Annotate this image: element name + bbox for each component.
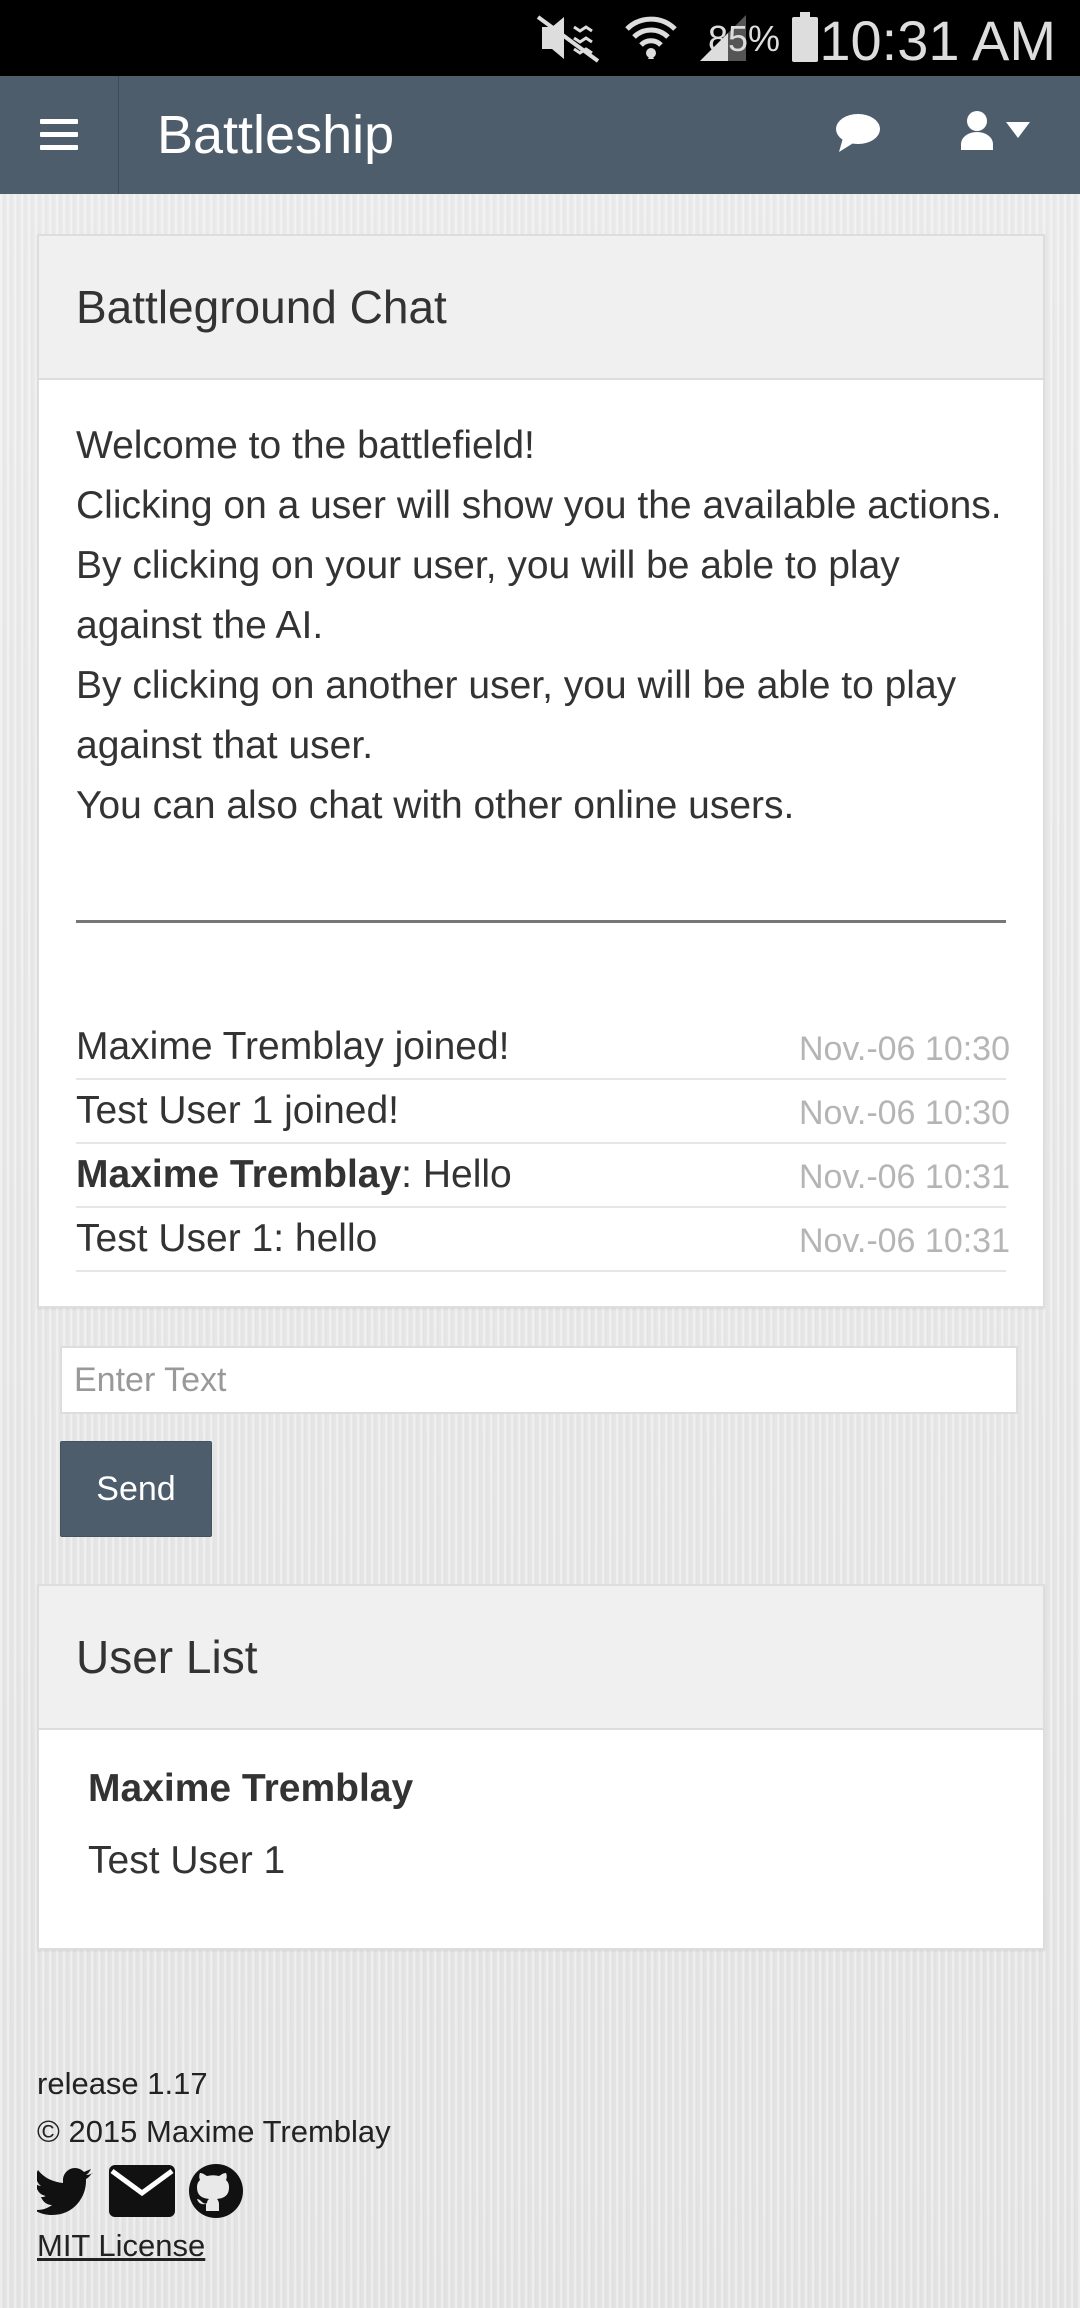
wifi-icon	[625, 16, 677, 59]
message-text: Test User 1: hello	[76, 1217, 378, 1260]
caret-down-icon	[1006, 122, 1030, 138]
chat-message: Maxime Tremblay joined! Nov.-06 10:30	[76, 1016, 1010, 1080]
chat-panel: Battleground Chat Welcome to the battlef…	[37, 234, 1045, 1308]
message-timestamp: Nov.-06 10:30	[798, 1030, 1010, 1068]
intro-line: You can also chat with other online user…	[76, 784, 795, 827]
message-timestamp: Nov.-06 10:30	[798, 1094, 1010, 1132]
menu-toggle-button[interactable]	[0, 76, 119, 194]
twitter-icon[interactable]	[37, 2167, 95, 2215]
status-bar: 85% 10:31 AM	[0, 0, 1080, 76]
user-list-heading: User List	[39, 1586, 1043, 1730]
user-list-item[interactable]: Maxime Tremblay	[88, 1766, 413, 1838]
welcome-message: Welcome to the battlefield! Clicking on …	[76, 416, 1016, 836]
chat-button[interactable]	[835, 112, 881, 159]
chat-panel-heading: Battleground Chat	[39, 236, 1043, 380]
message-text: : Hello	[401, 1153, 512, 1196]
intro-line: By clicking on your user, you will be ab…	[76, 544, 900, 647]
message-timestamp: Nov.-06 10:31	[798, 1158, 1010, 1196]
footer: release 1.17 © 2015 Maxime Tremblay MIT …	[37, 2060, 391, 2270]
chat-message: Test User 1 joined! Nov.-06 10:30	[76, 1080, 1010, 1144]
email-icon[interactable]	[109, 2165, 175, 2217]
battery-percent: 85%	[707, 18, 780, 59]
chat-text-input[interactable]	[60, 1346, 1018, 1414]
user-menu-button[interactable]	[960, 110, 1030, 150]
user-list-item[interactable]: Test User 1	[88, 1838, 413, 1910]
message-author: Maxime Tremblay	[76, 1153, 402, 1196]
message-list: Maxime Tremblay joined! Nov.-06 10:30 Te…	[76, 1016, 1010, 1272]
chat-message: Test User 1: hello Nov.-06 10:31	[76, 1208, 1010, 1272]
chat-message: Maxime Tremblay: Hello Nov.-06 10:31	[76, 1144, 1010, 1208]
mute-icon	[536, 15, 600, 63]
hamburger-menu-icon	[40, 119, 78, 150]
user-icon	[961, 111, 993, 150]
social-links	[37, 2164, 391, 2218]
release-version: release 1.17	[37, 2066, 208, 2101]
divider	[76, 920, 1006, 923]
chat-bubble-icon	[836, 114, 880, 152]
github-icon[interactable]	[189, 2164, 243, 2218]
navbar: Battleship	[0, 76, 1080, 194]
message-timestamp: Nov.-06 10:31	[798, 1222, 1010, 1260]
copyright: © 2015 Maxime Tremblay	[37, 2114, 391, 2149]
message-text: Test User 1 joined!	[76, 1089, 399, 1132]
send-button[interactable]: Send	[60, 1441, 212, 1537]
user-list-panel: User List Maxime Tremblay Test User 1	[37, 1584, 1045, 1950]
message-text: Maxime Tremblay joined!	[76, 1025, 510, 1068]
intro-line: By clicking on another user, you will be…	[76, 664, 957, 767]
battery-icon	[792, 12, 818, 62]
clock: 10:31 AM	[819, 9, 1056, 72]
app-title[interactable]: Battleship	[157, 104, 394, 166]
user-list: Maxime Tremblay Test User 1	[88, 1766, 413, 1910]
intro-line: Clicking on a user will show you the ava…	[76, 484, 1002, 527]
license-link[interactable]: MIT License	[37, 2222, 391, 2270]
intro-line: Welcome to the battlefield!	[76, 424, 535, 467]
